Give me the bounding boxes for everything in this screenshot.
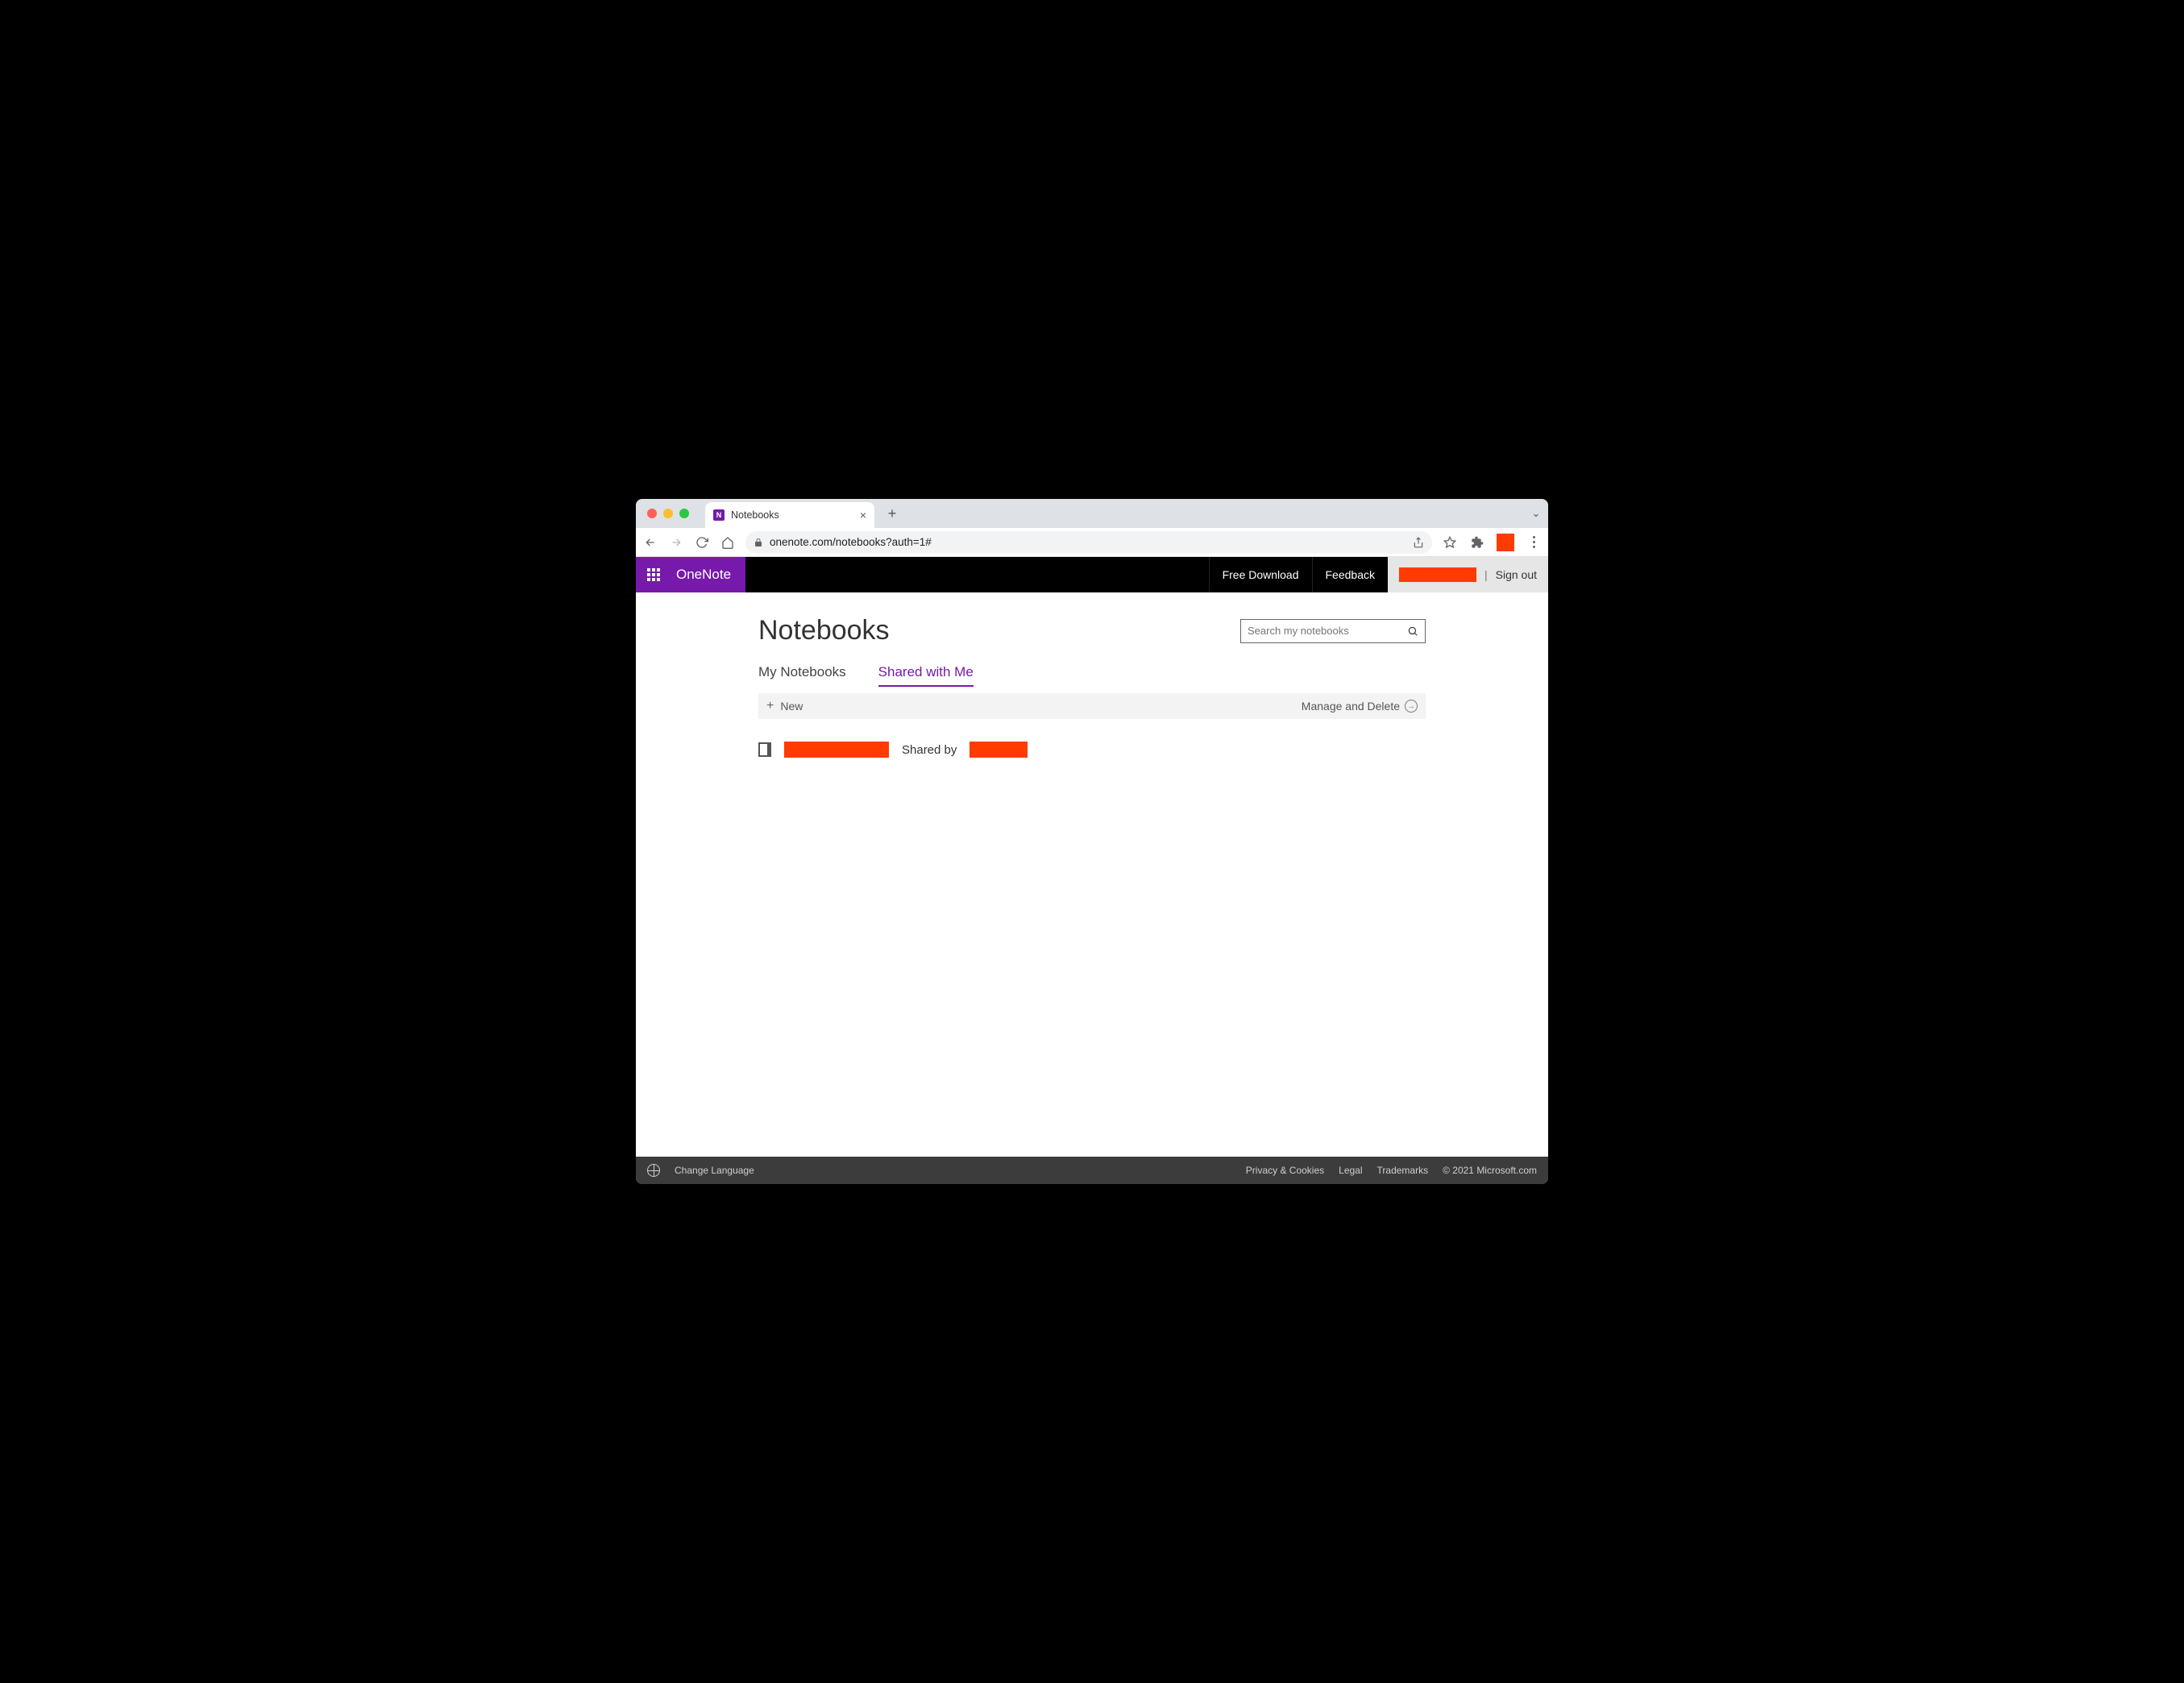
divider: | (1484, 568, 1488, 581)
bookmark-icon[interactable] (1442, 536, 1458, 549)
app-header: OneNote Free Download Feedback | Sign ou… (636, 557, 1548, 592)
globe-icon (647, 1164, 660, 1177)
maximize-window-icon[interactable] (679, 509, 689, 518)
shared-by-name-redacted (970, 742, 1028, 758)
page-content: Notebooks My Notebooks Shared with Me + (636, 592, 1548, 1157)
share-icon[interactable] (1413, 537, 1424, 548)
action-toolbar: + New Manage and Delete → (758, 693, 1426, 719)
onenote-favicon-icon: N (713, 509, 725, 521)
window-controls (644, 509, 697, 518)
tab-shared-with-me[interactable]: Shared with Me (878, 664, 974, 687)
new-tab-button[interactable]: + (881, 505, 903, 522)
change-language-link[interactable]: Change Language (675, 1165, 754, 1176)
search-input[interactable] (1248, 625, 1407, 637)
new-notebook-button[interactable]: New (780, 700, 803, 713)
footer: Change Language Privacy & Cookies Legal … (636, 1157, 1548, 1184)
tab-my-notebooks[interactable]: My Notebooks (758, 664, 846, 687)
arrow-right-circle-icon: → (1405, 700, 1418, 713)
notebook-icon (758, 742, 771, 757)
feedback-link[interactable]: Feedback (1312, 557, 1388, 592)
browser-window: N Notebooks × + ⌄ onenote.com/notebooks?… (636, 499, 1548, 1184)
plus-icon: + (766, 699, 774, 713)
browser-tab[interactable]: N Notebooks × (705, 502, 874, 528)
copyright-text: © 2021 Microsoft.com (1443, 1165, 1537, 1176)
user-name-redacted (1399, 567, 1476, 582)
back-button[interactable] (642, 536, 658, 549)
close-tab-icon[interactable]: × (860, 509, 866, 522)
brand-link[interactable]: OneNote (671, 557, 745, 592)
brand-label: OneNote (676, 567, 731, 583)
search-icon[interactable] (1407, 625, 1418, 637)
browser-menu-button[interactable] (1526, 536, 1542, 548)
lock-icon (754, 538, 763, 547)
page-title: Notebooks (758, 615, 890, 646)
url-text: onenote.com/notebooks?auth=1# (770, 536, 932, 548)
user-area: | Sign out (1388, 557, 1548, 592)
privacy-link[interactable]: Privacy & Cookies (1246, 1165, 1324, 1176)
manage-and-delete-button[interactable]: Manage and Delete → (1302, 700, 1418, 713)
trademarks-link[interactable]: Trademarks (1377, 1165, 1429, 1176)
profile-avatar[interactable] (1497, 534, 1514, 551)
extensions-icon[interactable] (1469, 536, 1485, 549)
shared-by-label: Shared by (902, 743, 957, 757)
minimize-window-icon[interactable] (663, 509, 673, 518)
home-button[interactable] (720, 536, 736, 549)
address-bar[interactable]: onenote.com/notebooks?auth=1# (745, 531, 1432, 554)
notebook-row[interactable]: Shared by (758, 742, 1426, 758)
app-launcher-button[interactable] (636, 557, 671, 592)
search-box[interactable] (1240, 619, 1426, 643)
close-window-icon[interactable] (647, 509, 657, 518)
reload-button[interactable] (694, 536, 710, 549)
forward-button[interactable] (668, 536, 684, 549)
tab-overflow-button[interactable]: ⌄ (1524, 507, 1548, 520)
toolbar-actions (1442, 534, 1542, 551)
waffle-icon (647, 568, 660, 581)
notebook-tabs: My Notebooks Shared with Me (758, 664, 1426, 687)
toolbar: onenote.com/notebooks?auth=1# (636, 528, 1548, 557)
tab-title: Notebooks (731, 509, 779, 521)
sign-out-link[interactable]: Sign out (1496, 568, 1537, 581)
notebook-name-redacted (784, 742, 889, 758)
tab-strip: N Notebooks × + ⌄ (636, 499, 1548, 528)
free-download-link[interactable]: Free Download (1209, 557, 1312, 592)
legal-link[interactable]: Legal (1339, 1165, 1362, 1176)
